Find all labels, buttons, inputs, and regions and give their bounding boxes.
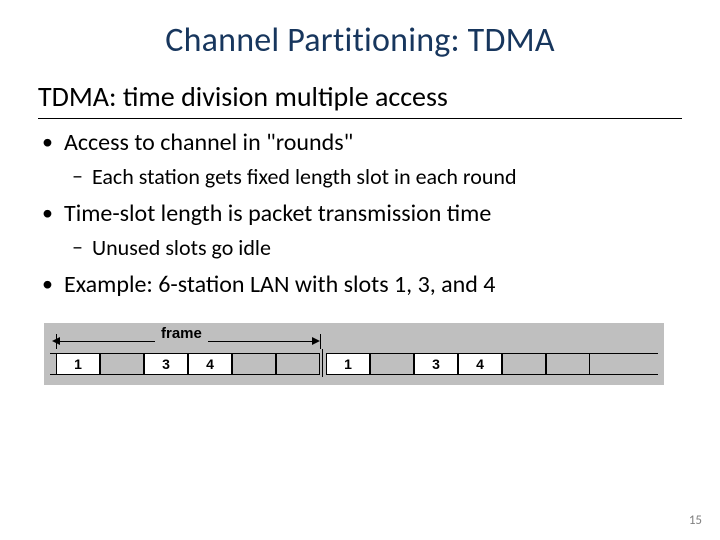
sub-bullet-text: Each station gets fixed length slot in e… — [92, 163, 517, 190]
slot-used: 4 — [458, 353, 502, 375]
bullet-list: Access to channel in "rounds" Each stati… — [38, 127, 678, 301]
slot-idle — [276, 353, 320, 375]
slot-number: 1 — [74, 356, 82, 372]
slot-idle — [232, 353, 276, 375]
slot-number: 3 — [432, 356, 440, 372]
page-number: 15 — [689, 513, 702, 528]
slot-row: 1 3 4 1 3 4 — [50, 351, 658, 377]
sub-bullet-item: Unused slots go idle — [64, 234, 678, 263]
slot-used: 1 — [56, 353, 100, 375]
slot-lead — [50, 353, 56, 375]
slot-number: 4 — [206, 356, 214, 372]
slot-idle — [546, 353, 590, 375]
sub-bullet-text: Unused slots go idle — [92, 234, 271, 261]
bullet-item: Example: 6-station LAN with slots 1, 3, … — [38, 269, 678, 301]
slot-idle — [100, 353, 144, 375]
slot-number: 4 — [476, 356, 484, 372]
subtitle-underline — [38, 118, 682, 119]
slide-title: Channel Partitioning: TDMA — [0, 0, 720, 61]
slot-number: 1 — [344, 356, 352, 372]
bullet-text: Time-slot length is packet transmission … — [64, 199, 491, 228]
sub-bullet-item: Each station gets fixed length slot in e… — [64, 163, 678, 192]
slot-number: 3 — [162, 356, 170, 372]
frame-extent-indicator: frame — [50, 327, 658, 349]
tdma-diagram: frame 1 3 4 1 3 4 — [44, 323, 664, 385]
slot-idle — [502, 353, 546, 375]
bullet-item: Time-slot length is packet transmission … — [38, 198, 678, 263]
frame-label: frame — [155, 325, 208, 342]
bullet-text: Example: 6-station LAN with slots 1, 3, … — [64, 270, 495, 299]
slot-used: 3 — [414, 353, 458, 375]
slot-trail — [590, 353, 658, 375]
section-subtitle: TDMA: time division multiple access — [38, 79, 720, 114]
slide: Channel Partitioning: TDMA TDMA: time di… — [0, 0, 720, 540]
arrow-right-icon — [312, 337, 320, 345]
bullet-text: Access to channel in "rounds" — [64, 128, 353, 157]
frame-extent-right-tick — [320, 334, 321, 349]
frame-boundary-tick — [320, 351, 326, 377]
bullet-item: Access to channel in "rounds" Each stati… — [38, 127, 678, 192]
slot-used: 3 — [144, 353, 188, 375]
slot-idle — [370, 353, 414, 375]
slot-used: 4 — [188, 353, 232, 375]
slot-used: 1 — [326, 353, 370, 375]
